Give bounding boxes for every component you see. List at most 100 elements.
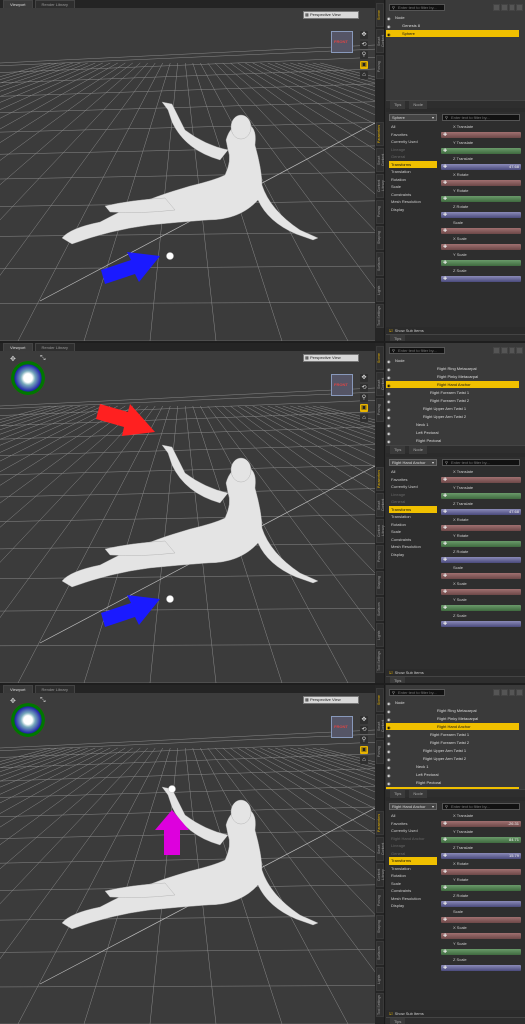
property-group-item[interactable]: Right Hand Anchor bbox=[389, 835, 437, 843]
property-group-item[interactable]: Lineage bbox=[389, 146, 437, 154]
property-group-item[interactable]: All bbox=[389, 123, 437, 131]
property-group-item[interactable]: Rotation bbox=[389, 521, 437, 529]
visibility-eye-icon[interactable]: ◉ bbox=[387, 358, 391, 365]
scene-row[interactable]: ◉ Right Upper Arm Twist 2 bbox=[386, 755, 519, 762]
scene-search-input[interactable]: Enter text to filter by... bbox=[389, 4, 445, 11]
slider-track[interactable] bbox=[441, 884, 521, 891]
parameter-slider[interactable]: ✚ bbox=[439, 556, 525, 564]
tab-node[interactable]: Node bbox=[409, 101, 427, 109]
property-group-item[interactable]: Lineage bbox=[389, 491, 437, 499]
slider-gear-icon[interactable]: ✚ bbox=[443, 244, 447, 250]
scene-tool-icon[interactable] bbox=[500, 347, 508, 354]
visibility-eye-icon[interactable]: ◉ bbox=[387, 756, 391, 763]
scene-row[interactable]: ◉ Node bbox=[386, 14, 519, 21]
scene-tool-icon[interactable] bbox=[500, 4, 508, 11]
visibility-eye-icon[interactable]: ◉ bbox=[387, 772, 391, 779]
slider-track[interactable] bbox=[441, 492, 521, 499]
visibility-eye-icon[interactable]: ◉ bbox=[387, 764, 391, 771]
vtab-content-library[interactable]: Content Library bbox=[376, 519, 385, 543]
vtab-posing[interactable]: Posing bbox=[376, 740, 384, 764]
viewport[interactable]: ViewportRender Library Perspective View FR… bbox=[0, 685, 375, 1024]
slider-gear-icon[interactable]: ✚ bbox=[443, 853, 447, 859]
viewport-canvas[interactable] bbox=[0, 351, 375, 683]
property-group-item[interactable]: Display bbox=[389, 551, 437, 559]
vtab-posing[interactable]: Posing bbox=[376, 889, 384, 913]
slider-track[interactable] bbox=[441, 948, 521, 955]
scene-row[interactable]: ◉ Right Upper Arm Twist 1 bbox=[386, 747, 519, 754]
scene-search-input[interactable]: Enter text to filter by... bbox=[389, 689, 445, 696]
slider-gear-icon[interactable]: ✚ bbox=[443, 260, 447, 266]
parameter-slider[interactable]: ✚ bbox=[439, 916, 525, 924]
home-icon[interactable]: ⌂ bbox=[360, 71, 368, 79]
property-group-item[interactable]: Display bbox=[389, 902, 437, 910]
scene-tool-icon[interactable] bbox=[516, 689, 523, 696]
slider-track[interactable] bbox=[441, 604, 521, 611]
home-icon[interactable]: ⌂ bbox=[360, 756, 368, 764]
parameters-search-input[interactable]: Enter text to filter by... bbox=[442, 114, 520, 121]
orbit-icon[interactable]: ⟲ bbox=[360, 41, 368, 49]
visibility-eye-icon[interactable]: ◉ bbox=[387, 31, 391, 38]
slider-track[interactable] bbox=[441, 275, 521, 282]
parameter-slider[interactable]: ✚ -26.31 bbox=[439, 820, 525, 828]
property-group-item[interactable]: Transforms bbox=[389, 505, 437, 513]
slider-track[interactable] bbox=[441, 147, 521, 154]
vtab-shaping[interactable]: Shaping bbox=[376, 571, 384, 595]
scale-tool-icon[interactable]: ⤡ bbox=[40, 355, 46, 363]
slider-gear-icon[interactable]: ✚ bbox=[443, 212, 447, 218]
viewport[interactable]: ViewportRender Library Perspective View FR… bbox=[0, 343, 375, 683]
scale-tool-icon[interactable]: ⤡ bbox=[40, 697, 46, 705]
parameter-slider[interactable]: ✚ bbox=[439, 476, 525, 484]
scene-row[interactable]: ◉ Node bbox=[386, 357, 519, 364]
slider-gear-icon[interactable]: ✚ bbox=[443, 933, 447, 939]
vtab-smart-content[interactable]: Smart Content bbox=[376, 837, 385, 861]
visibility-eye-icon[interactable]: ◉ bbox=[387, 406, 391, 413]
move-tool-icon[interactable]: ✥ bbox=[10, 355, 16, 363]
slider-gear-icon[interactable]: ✚ bbox=[443, 164, 447, 170]
move-tool-icon[interactable]: ✥ bbox=[10, 697, 16, 705]
slider-value[interactable]: -26.31 bbox=[508, 821, 519, 827]
property-group-item[interactable]: Favorites bbox=[389, 131, 437, 139]
vtab-tool-settings[interactable]: Tool Settings bbox=[376, 993, 384, 1017]
tab-viewport[interactable]: Viewport bbox=[3, 0, 33, 8]
slider-track[interactable] bbox=[441, 620, 521, 627]
scene-row[interactable]: ◉ Right Hand Anchor bbox=[386, 381, 519, 388]
slider-gear-icon[interactable]: ✚ bbox=[443, 821, 447, 827]
zoom-icon[interactable]: ⚲ bbox=[360, 394, 368, 402]
scene-tool-icon[interactable] bbox=[500, 689, 508, 696]
parameter-slider[interactable]: ✚ bbox=[439, 900, 525, 908]
tab-tips[interactable]: Tips bbox=[390, 790, 406, 798]
property-group-item[interactable]: Scale bbox=[389, 528, 437, 536]
property-group-item[interactable]: Mesh Resolution bbox=[389, 543, 437, 551]
visibility-eye-icon[interactable]: ◉ bbox=[387, 438, 391, 445]
slider-track[interactable] bbox=[441, 259, 521, 266]
slider-value[interactable]: 47.68 bbox=[509, 164, 519, 170]
tab-viewport[interactable]: Viewport bbox=[3, 685, 33, 693]
vtab-shaping[interactable]: Shaping bbox=[376, 226, 384, 250]
node-select-dropdown[interactable]: Sphere bbox=[389, 114, 437, 121]
visibility-eye-icon[interactable]: ◉ bbox=[387, 740, 391, 747]
slider-gear-icon[interactable]: ✚ bbox=[443, 196, 447, 202]
property-group-item[interactable]: Translation bbox=[389, 513, 437, 521]
visibility-eye-icon[interactable]: ◉ bbox=[387, 700, 391, 707]
visibility-eye-icon[interactable]: ◉ bbox=[387, 414, 391, 421]
slider-gear-icon[interactable]: ✚ bbox=[443, 493, 447, 499]
parameter-slider[interactable]: ✚ bbox=[439, 492, 525, 500]
scene-row[interactable]: ◉ Neck 1 bbox=[386, 763, 519, 770]
pan-icon[interactable]: ✥ bbox=[360, 31, 368, 39]
vtab-tool-settings[interactable]: Tool Settings bbox=[376, 304, 384, 328]
scene-tool-icon[interactable] bbox=[493, 4, 500, 11]
property-group-item[interactable]: Display bbox=[389, 206, 437, 214]
slider-value[interactable]: 15.79 bbox=[509, 853, 519, 859]
parameter-slider[interactable]: ✚ bbox=[439, 179, 525, 187]
property-group-item[interactable]: Currently Used bbox=[389, 483, 437, 491]
parameter-slider[interactable]: ✚ bbox=[439, 572, 525, 580]
slider-gear-icon[interactable]: ✚ bbox=[443, 276, 447, 282]
vtab-lights[interactable]: Lights bbox=[376, 278, 384, 302]
scene-row[interactable]: ◉ Right Forearm Twist 2 bbox=[386, 739, 519, 746]
slider-track[interactable] bbox=[441, 227, 521, 234]
visibility-eye-icon[interactable]: ◉ bbox=[387, 748, 391, 755]
view-dropdown[interactable]: Perspective View bbox=[303, 354, 359, 362]
scene-row[interactable]: ◉ Left Pectoral bbox=[386, 429, 519, 436]
scene-row[interactable]: ◉ Right Pinky Metacarpal bbox=[386, 715, 519, 722]
vtab-surfaces[interactable]: Surfaces bbox=[376, 941, 384, 965]
